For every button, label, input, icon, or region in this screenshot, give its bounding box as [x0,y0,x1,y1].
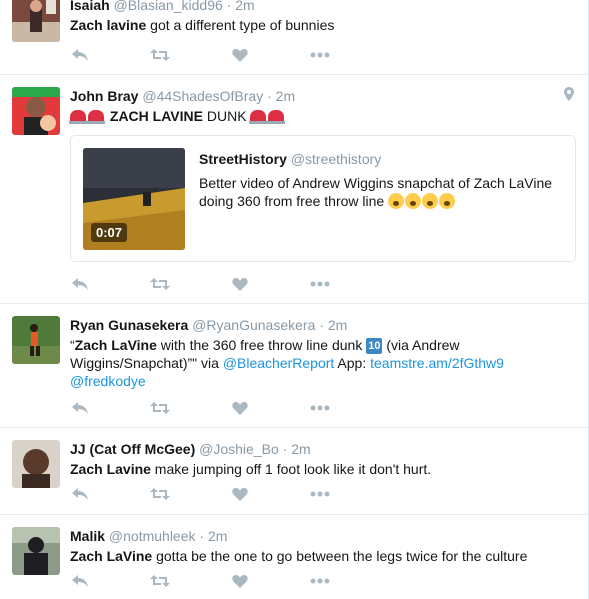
tweet-item[interactable]: Ryan Gunasekera @RyanGunasekera · 2m “Za… [0,304,588,428]
tweet-timestamp[interactable]: 2m [208,528,227,544]
scream-emoji-icon [422,193,439,209]
tweet-actions [70,46,370,64]
avatar[interactable] [12,316,60,364]
user-handle[interactable]: @RyanGunasekera [192,317,315,333]
quoted-tweet-body: Better video of Andrew Wiggins snapchat … [199,175,553,209]
tweet-timestamp[interactable]: 2m [276,88,295,104]
user-fullname[interactable]: John Bray [70,88,138,104]
tweet-timestamp[interactable]: 2m [291,441,310,457]
heart-icon[interactable] [230,399,250,417]
reply-icon[interactable] [70,46,90,64]
tweet-text-body: gotta be the one to go between the legs … [152,548,528,564]
scream-emoji-icon [439,193,456,209]
tweet-actions [70,485,370,503]
keyword-highlight: Zach Lavine [70,461,151,477]
tweet-text-body: DUNK [202,108,247,124]
tweet-timestamp[interactable]: 2m [235,0,254,13]
video-duration: 0:07 [91,223,128,242]
tweet-text-body: make jumping off 1 foot look like it don… [150,461,432,477]
keyword-highlight: Zach LaVine [74,337,157,353]
separator-dot: · [282,441,288,457]
heart-icon[interactable] [230,485,250,503]
scream-emoji-icon [405,193,422,209]
siren-emoji-icon [87,110,105,124]
reply-icon[interactable] [70,572,90,590]
tweet-item[interactable]: JJ (Cat Off McGee) @Joshie_Bo · 2m Zach … [0,428,588,515]
video-thumbnail[interactable]: 0:07 [83,148,185,250]
tweet-text: Zach lavine got a different type of bunn… [70,16,576,34]
more-icon[interactable] [310,399,330,417]
retweet-icon[interactable] [150,485,170,503]
siren-emoji-icon [69,110,87,124]
tweet-text-body: got a different type of bunnies [146,17,335,33]
keyword-highlight: Zach LaVine [70,548,153,564]
avatar[interactable] [12,440,60,488]
keycap-ten-icon: 10 [366,338,383,354]
quoted-tweet-card[interactable]: 0:07 StreetHistory @streethistory Better… [70,135,576,262]
reply-icon[interactable] [70,399,90,417]
user-handle[interactable]: @Blasian_kidd96 [114,0,223,13]
user-handle[interactable]: @Joshie_Bo [199,441,279,457]
quoted-user-handle[interactable]: @streethistory [291,151,381,167]
heart-icon[interactable] [230,275,250,293]
user-fullname[interactable]: Malik [70,528,105,544]
separator-dot: · [226,0,232,13]
tweet-text: ZACH LAVINE DUNK [69,107,576,125]
retweet-icon[interactable] [150,275,170,293]
keyword-highlight: Zach lavine [70,17,147,33]
retweet-icon[interactable] [150,46,170,64]
tweet-actions [70,275,370,293]
user-fullname[interactable]: JJ (Cat Off McGee) [70,441,195,457]
mention-link[interactable]: @fredkodye [70,373,146,389]
siren-emoji-icon [249,110,268,124]
user-fullname[interactable]: Isaiah [70,0,110,13]
tweet-text-body: App: [334,355,371,371]
tweet-item[interactable]: John Bray @44ShadesOfBray · 2m ZACH LAVI… [0,75,588,304]
more-icon[interactable] [310,46,330,64]
tweet-text: “Zach LaVine with the 360 free throw lin… [70,336,576,390]
tweet-actions [70,572,370,590]
heart-icon[interactable] [230,572,250,590]
separator-dot: · [199,528,205,544]
avatar[interactable] [12,0,60,42]
url-link[interactable]: teamstre.am/2fGthw9 [370,355,504,371]
tweet-actions [70,399,370,417]
more-icon[interactable] [310,572,330,590]
tweet-item[interactable]: Isaiah @Blasian_kidd96 · 2m Zach lavine … [0,0,588,75]
avatar[interactable] [12,527,60,575]
separator-dot: · [267,88,272,104]
user-fullname[interactable]: Ryan Gunasekera [70,317,188,333]
siren-emoji-icon [267,110,286,124]
more-icon[interactable] [310,275,330,293]
separator-dot: · [319,317,324,333]
scream-emoji-icon [388,193,405,209]
reply-icon[interactable] [70,485,90,503]
tweet-feed: Isaiah @Blasian_kidd96 · 2m Zach lavine … [0,0,589,599]
tweet-timestamp[interactable]: 2m [328,317,347,333]
tweet-item[interactable]: Malik @notmuhleek · 2m Zach LaVine gotta… [0,515,588,599]
tweet-text: Zach Lavine make jumping off 1 foot look… [70,460,576,478]
keyword-highlight: ZACH LAVINE [109,108,203,124]
reply-icon[interactable] [70,275,90,293]
quoted-user-fullname[interactable]: StreetHistory [199,151,287,167]
more-icon[interactable] [310,485,330,503]
user-handle[interactable]: @44ShadesOfBray [142,88,263,104]
mention-link[interactable]: @BleacherReport [223,355,335,371]
heart-icon[interactable] [230,46,250,64]
tweet-text: Zach LaVine gotta be the one to go betwe… [70,547,576,565]
avatar[interactable] [12,87,60,135]
retweet-icon[interactable] [150,399,170,417]
user-handle[interactable]: @notmuhleek [109,528,196,544]
retweet-icon[interactable] [150,572,170,590]
tweet-text-body: with the 360 free throw line dunk [156,337,367,353]
quoted-tweet-text: Better video of Andrew Wiggins snapchat … [199,174,561,210]
